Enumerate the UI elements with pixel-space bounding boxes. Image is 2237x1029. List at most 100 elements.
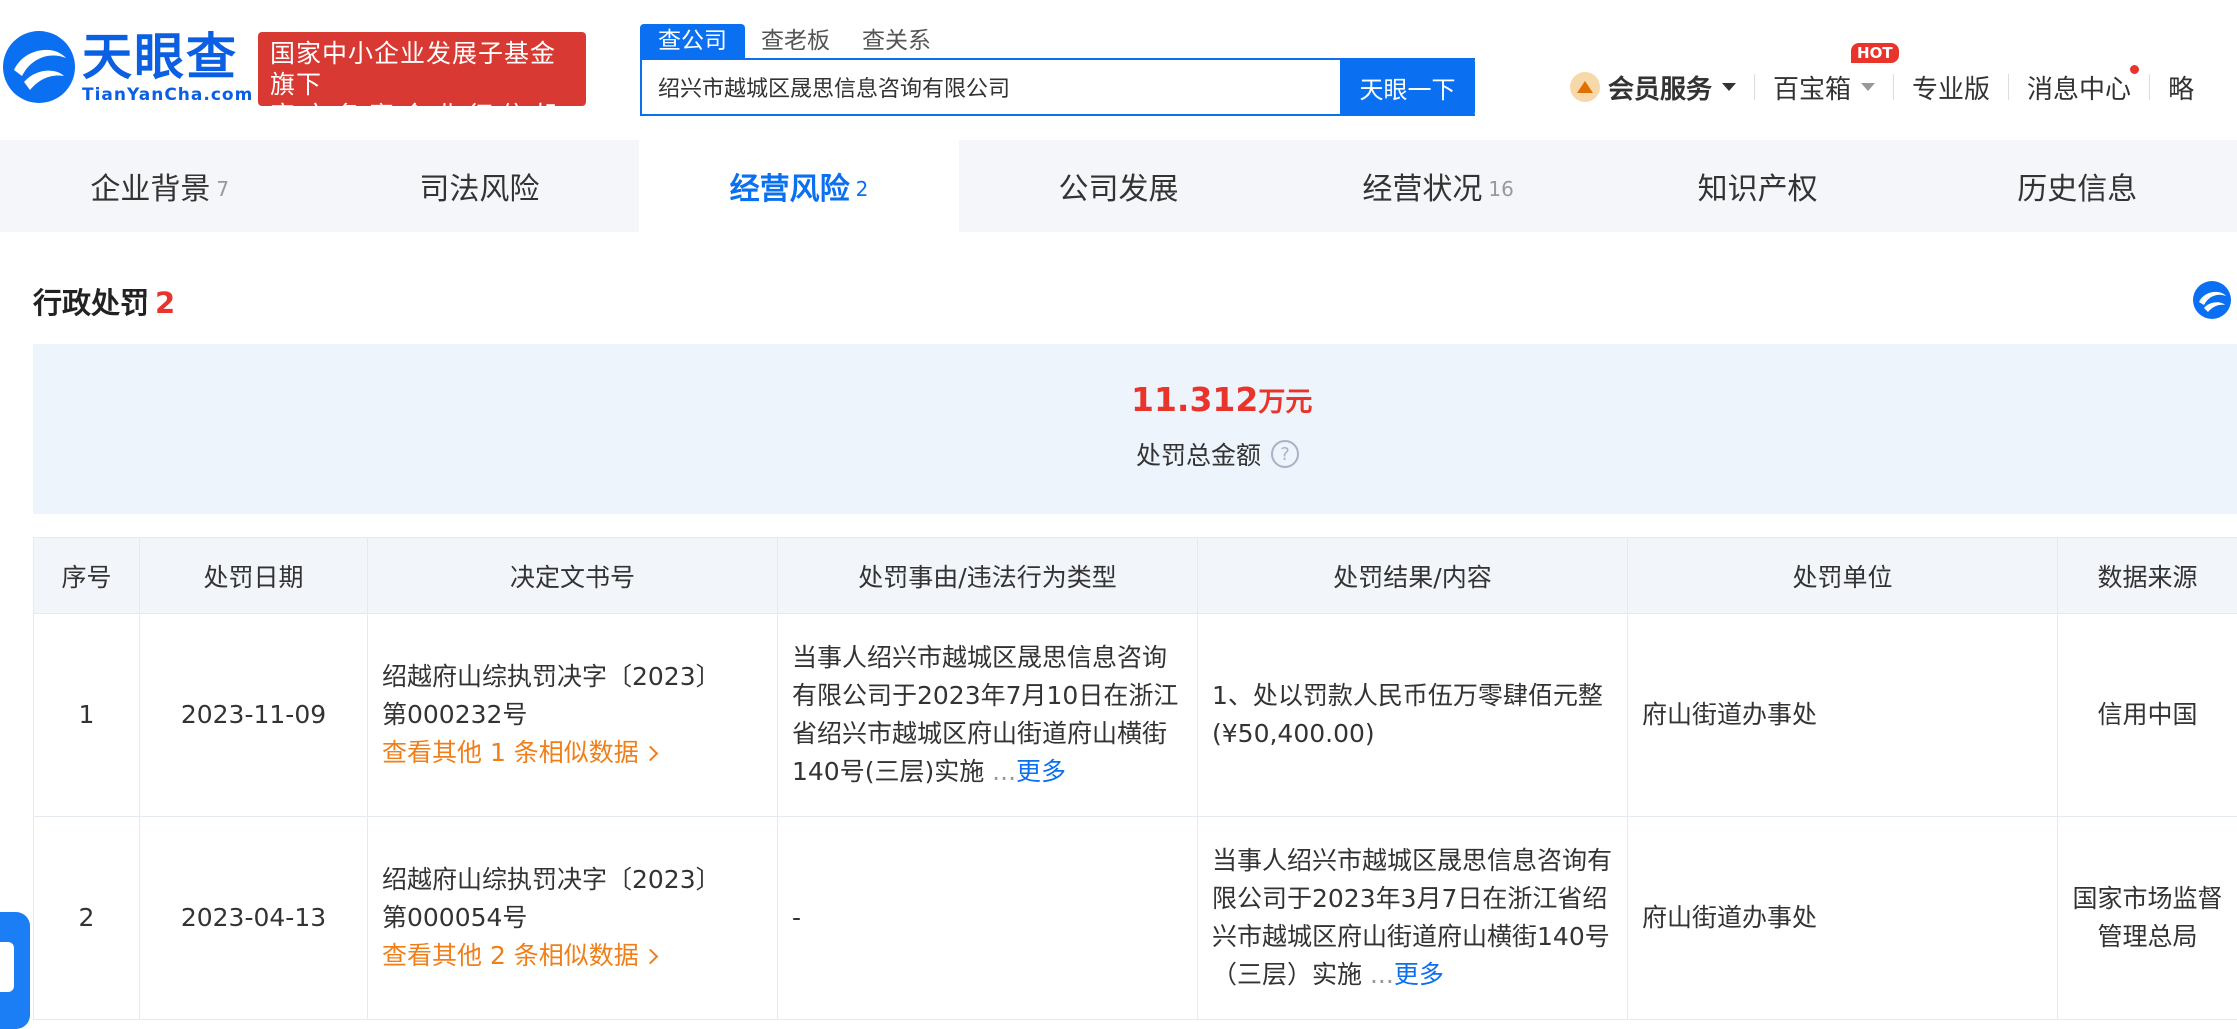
tab-label: 经营状况	[1362, 172, 1483, 207]
penalty-summary: 11.312万元 处罚总金额 ?	[33, 344, 2237, 514]
search-type-tabs: 查公司 查老板 查关系	[640, 24, 947, 58]
tab-count: 16	[1488, 177, 1514, 201]
column-header: 处罚事由/违法行为类型	[777, 537, 1198, 614]
vip-label: 会员服务	[1608, 74, 1713, 105]
cell-date: 2023-11-09	[139, 613, 368, 817]
top-header: 天眼查 TianYanCha.com 国家中小企业发展子基金旗下 官方备案企业征…	[0, 0, 2237, 161]
similar-data-link[interactable]: 查看其他 2 条相似数据	[382, 937, 763, 975]
chevron-right-icon	[642, 948, 659, 965]
column-header: 处罚日期	[139, 537, 368, 614]
summary-label-text: 处罚总金额	[1136, 441, 1262, 470]
tab-intellectual-property[interactable]: 知识产权	[1598, 140, 1918, 232]
top-nav: 会员服务 百宝箱 HOT 专业版 消息中心 略	[1570, 42, 2194, 108]
amount-value: 11.312	[1131, 380, 1259, 419]
search-tab-relation[interactable]: 查关系	[846, 24, 947, 58]
tab-label: 经营风险	[729, 172, 850, 207]
cell-reason: 当事人绍兴市越城区晟思信息咨询有限公司于2023年7月10日在浙江省绍兴市越城区…	[777, 613, 1198, 817]
tab-operating-risk[interactable]: 经营风险 2	[639, 140, 959, 232]
brand-logo[interactable]: 天眼查 TianYanCha.com	[0, 28, 253, 106]
message-center-label: 消息中心	[2027, 74, 2132, 105]
table-row: 2 2023-04-13 绍越府山综执罚决字〔2023〕 第000054号 查看…	[33, 816, 2237, 1020]
divider	[2008, 74, 2010, 100]
cell-unit: 府山街道办事处	[1627, 816, 2058, 1020]
cell-no: 2	[33, 816, 140, 1020]
badge-line-1: 国家中小企业发展子基金旗下	[270, 39, 557, 99]
cell-source: 国家市场监督管理总局	[2057, 816, 2237, 1020]
floating-side-button[interactable]	[0, 912, 30, 1029]
cell-source: 信用中国	[2057, 613, 2237, 817]
main-content: 行政处罚 2 11.312万元 处罚总金额 ? 序号 处罚日期 决定文书号 处罚事…	[0, 232, 2237, 1029]
more-link[interactable]: 更多	[1016, 757, 1066, 786]
table-header-row: 序号 处罚日期 决定文书号 处罚事由/违法行为类型 处罚结果/内容 处罚单位 数…	[33, 537, 2237, 614]
tab-operating-status[interactable]: 经营状况 16	[1278, 140, 1598, 232]
amount-unit: 万元	[1258, 387, 1313, 418]
doc-number-line1: 绍越府山综执罚决字〔2023〕	[382, 662, 721, 691]
tab-label: 历史信息	[2017, 172, 2138, 207]
toolbox-label: 百宝箱	[1773, 74, 1852, 105]
similar-data-text: 查看其他 2 条相似数据	[382, 941, 639, 970]
cell-no: 1	[33, 613, 140, 817]
chevron-down-icon	[1722, 83, 1737, 91]
pro-version-link[interactable]: 专业版	[1912, 69, 1990, 106]
doc-number-line2: 第000054号	[382, 903, 528, 932]
ellipsis: ...	[1362, 960, 1394, 989]
search-tab-company[interactable]: 查公司	[640, 24, 745, 58]
ellipsis: ...	[984, 757, 1017, 786]
tab-label: 企业背景	[90, 172, 211, 207]
help-icon[interactable]: ?	[1271, 440, 1300, 468]
similar-data-link[interactable]: 查看其他 1 条相似数据	[382, 734, 763, 772]
more-link[interactable]: 更多	[1394, 960, 1444, 989]
cell-result: 1、处以罚款人民币伍万零肆佰元整(¥50,400.00)	[1197, 613, 1628, 817]
penalty-total-label: 处罚总金额 ?	[1136, 436, 1300, 472]
tab-label: 知识产权	[1697, 172, 1818, 207]
penalty-total-amount: 11.312万元	[1131, 380, 1312, 419]
section-title: 行政处罚 2	[33, 280, 175, 322]
section-tabs: 企业背景 7 司法风险 经营风险 2 公司发展 经营状况 16 知识产权 历史信息	[0, 140, 2237, 232]
brand-domain: TianYanCha.com	[82, 85, 254, 105]
column-header: 决定文书号	[367, 537, 778, 614]
tab-count: 7	[216, 177, 230, 201]
message-center-link[interactable]: 消息中心	[2027, 64, 2140, 106]
tab-history[interactable]: 历史信息	[1917, 140, 2237, 232]
crown-icon	[1570, 72, 1600, 102]
chevron-down-icon	[1861, 83, 1876, 91]
search-input[interactable]	[642, 74, 1425, 100]
tianyancha-logo-icon	[3, 31, 75, 103]
section-title-text: 行政处罚	[33, 286, 150, 320]
search-button[interactable]: 天眼一下	[1340, 58, 1475, 116]
chevron-right-icon	[642, 745, 659, 762]
similar-data-text: 查看其他 1 条相似数据	[382, 738, 639, 767]
divider	[1754, 74, 1756, 100]
column-header: 序号	[33, 537, 140, 614]
tab-enterprise-background[interactable]: 企业背景 7	[0, 140, 320, 232]
column-header: 处罚单位	[1627, 537, 2058, 614]
tab-judicial-risk[interactable]: 司法风险	[320, 140, 640, 232]
tab-label: 公司发展	[1058, 172, 1179, 207]
divider	[1893, 74, 1895, 100]
unread-dot	[2130, 64, 2140, 74]
column-header: 数据来源	[2057, 537, 2237, 614]
vip-service-menu[interactable]: 会员服务	[1570, 69, 1737, 106]
toolbox-menu[interactable]: 百宝箱 HOT	[1773, 42, 1899, 106]
doc-number-line2: 第000232号	[382, 700, 528, 729]
section-count: 2	[155, 286, 176, 320]
cell-reason: -	[777, 816, 1198, 1020]
search-tab-boss[interactable]: 查老板	[745, 24, 846, 58]
cell-date: 2023-04-13	[139, 816, 368, 1020]
brand-name: 天眼查	[82, 28, 238, 86]
tab-label: 司法风险	[419, 172, 540, 207]
cell-result: 当事人绍兴市越城区晟思信息咨询有限公司于2023年3月7日在浙江省绍兴市越城区府…	[1197, 816, 1628, 1020]
tab-count: 2	[855, 177, 869, 201]
more-link[interactable]: 略	[2168, 69, 2194, 106]
doc-number-line1: 绍越府山综执罚决字〔2023〕	[382, 865, 721, 894]
divider	[2149, 74, 2151, 100]
hot-badge: HOT	[1851, 42, 1899, 63]
table-row: 1 2023-11-09 绍越府山综执罚决字〔2023〕 第000232号 查看…	[33, 613, 2237, 817]
column-header: 处罚结果/内容	[1197, 537, 1628, 614]
certification-badge: 国家中小企业发展子基金旗下 官方备案企业征信机构	[258, 32, 586, 161]
tianyancha-logo-icon[interactable]	[2192, 280, 2232, 320]
tab-company-development[interactable]: 公司发展	[959, 140, 1279, 232]
penalty-table: 序号 处罚日期 决定文书号 处罚事由/违法行为类型 处罚结果/内容 处罚单位 数…	[33, 537, 2237, 1020]
cell-document: 绍越府山综执罚决字〔2023〕 第000232号 查看其他 1 条相似数据	[367, 613, 778, 817]
cell-document: 绍越府山综执罚决字〔2023〕 第000054号 查看其他 2 条相似数据	[367, 816, 778, 1020]
